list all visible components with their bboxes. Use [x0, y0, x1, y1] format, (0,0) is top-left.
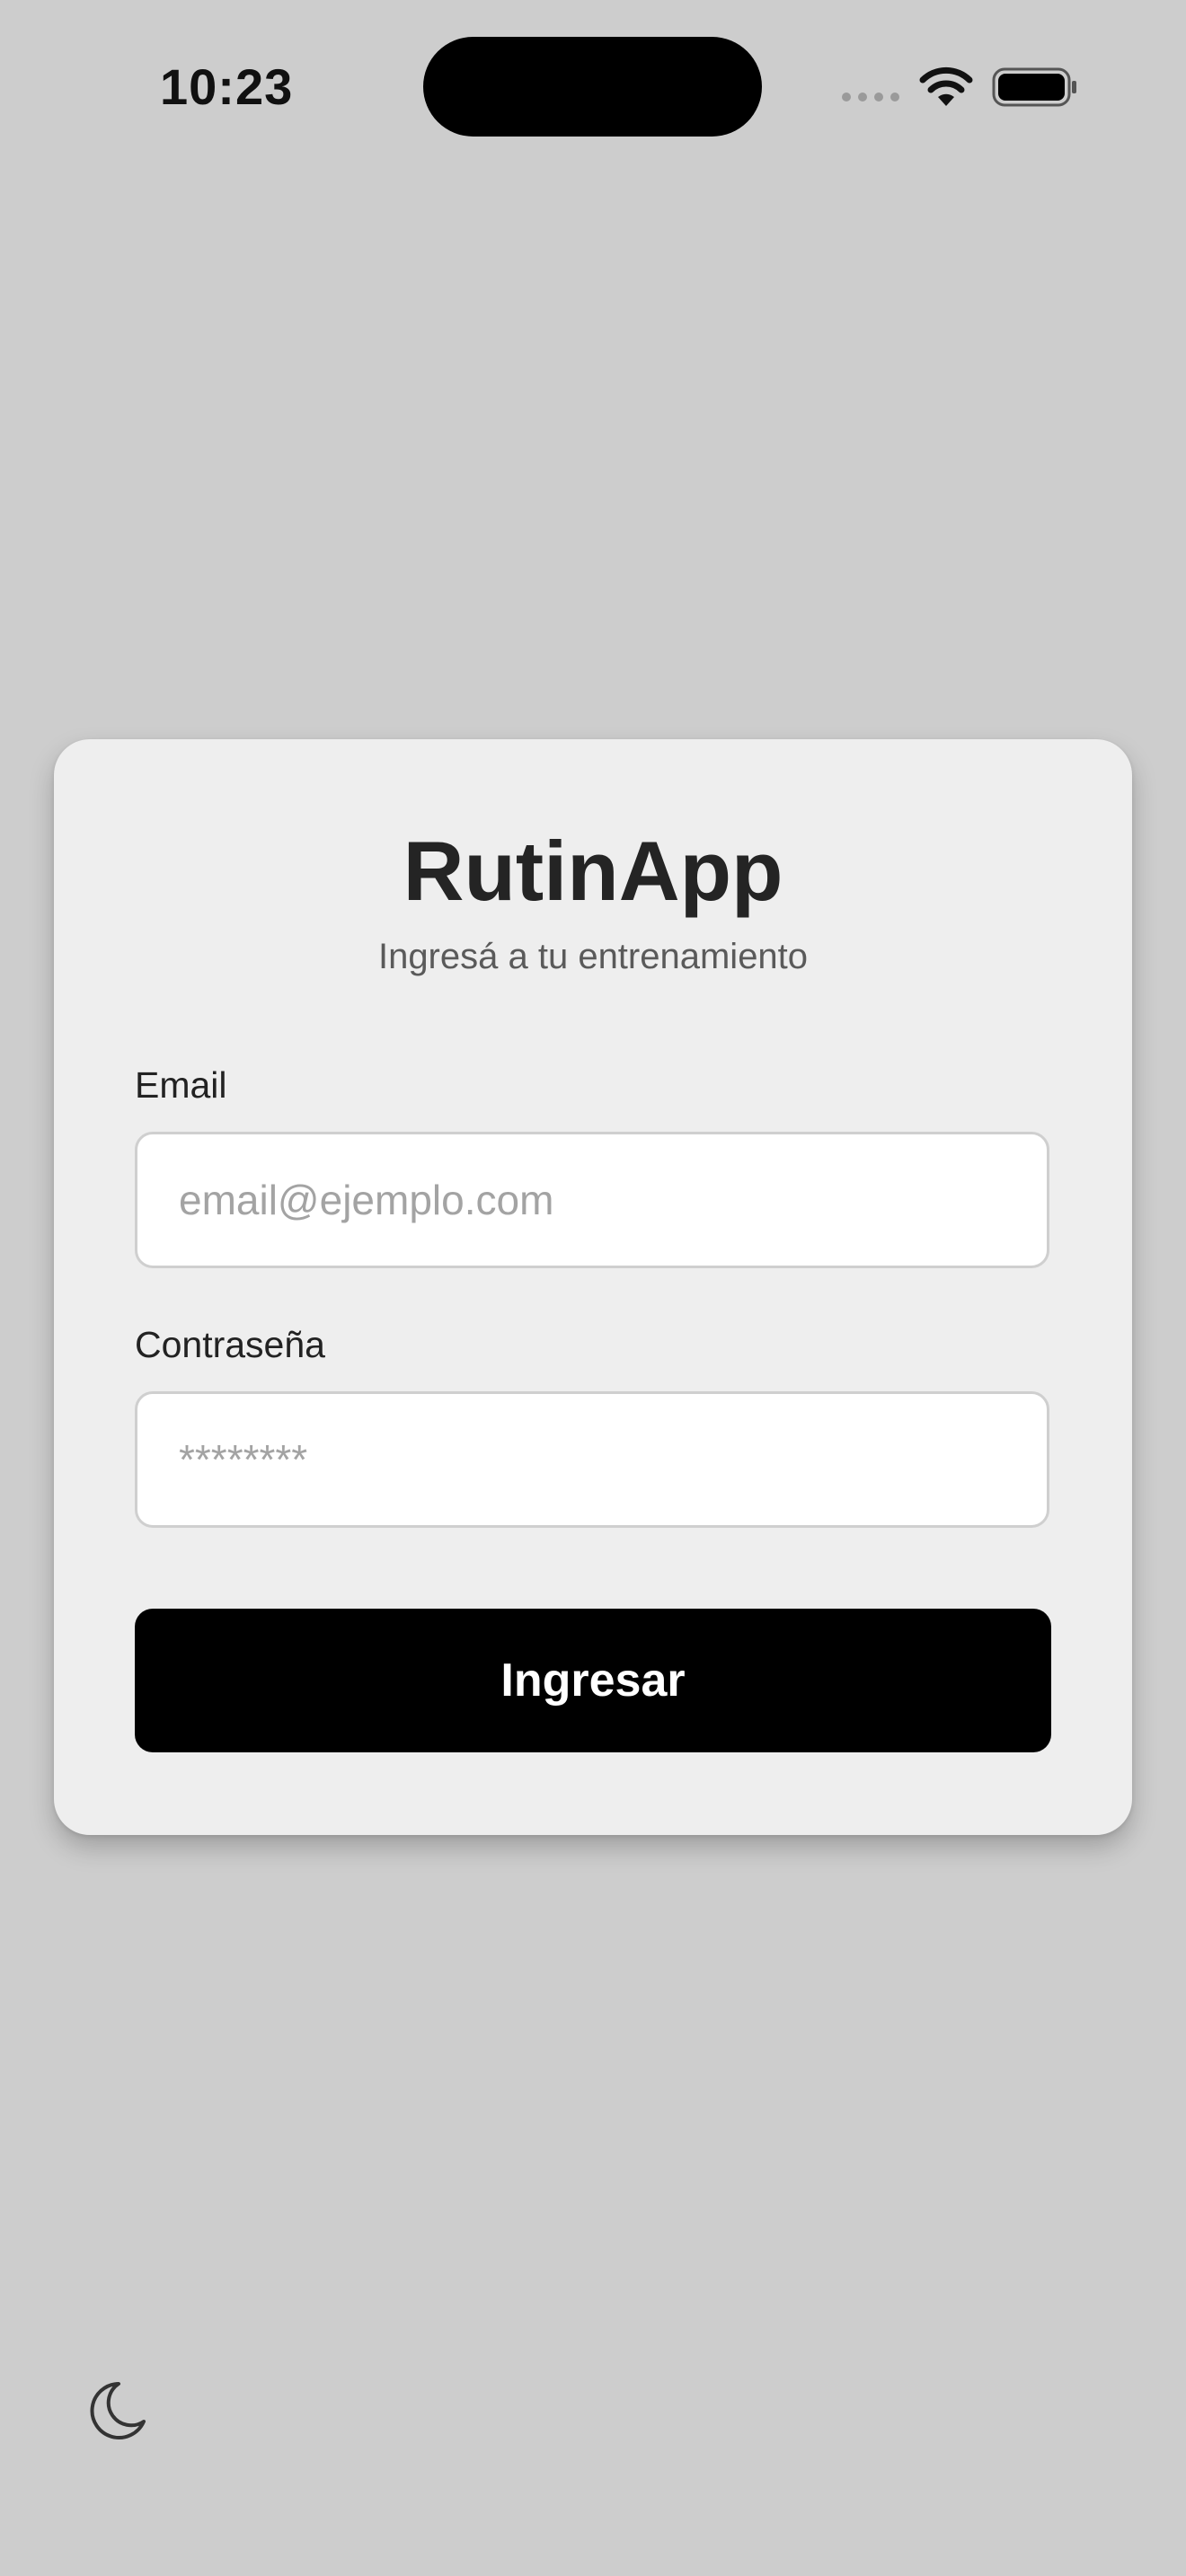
moon-icon[interactable] — [83, 2375, 155, 2447]
password-field[interactable] — [135, 1391, 1049, 1528]
dynamic-island — [423, 37, 762, 137]
cellular-signal-icon — [842, 93, 899, 101]
password-label: Contraseña — [135, 1324, 325, 1365]
email-field[interactable] — [135, 1132, 1049, 1268]
status-bar: 10:23 — [0, 0, 1186, 180]
login-card: RutinApp Ingresá a tu entrenamiento Emai… — [54, 739, 1132, 1835]
email-label: Email — [135, 1064, 227, 1106]
app-subtitle: Ingresá a tu entrenamiento — [377, 937, 809, 976]
login-button[interactable]: Ingresar — [135, 1609, 1051, 1752]
status-time: 10:23 — [160, 58, 294, 115]
app-title: RutinApp — [403, 824, 783, 918]
wifi-icon — [919, 66, 973, 106]
battery-icon — [992, 67, 1076, 107]
